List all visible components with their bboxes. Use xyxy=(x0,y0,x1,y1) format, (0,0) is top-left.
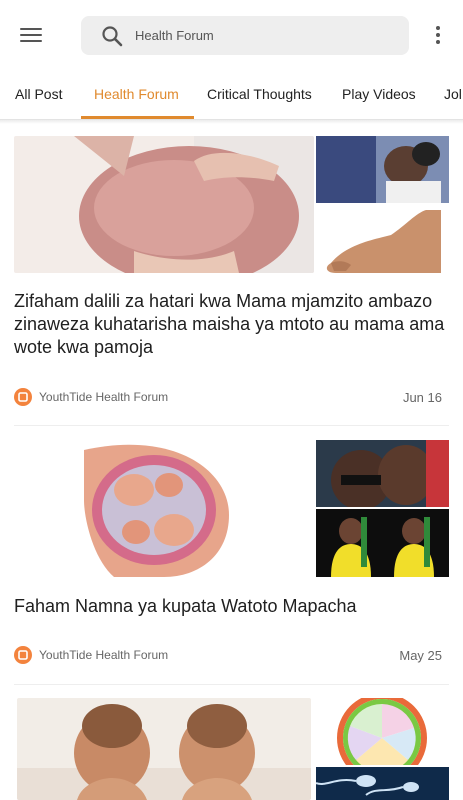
menu-icon[interactable] xyxy=(20,26,42,44)
source-name: YouthTide Health Forum xyxy=(39,390,169,404)
source-name: YouthTide Health Forum xyxy=(39,648,169,662)
top-app-bar: Health Forum xyxy=(0,0,463,72)
source-icon xyxy=(14,646,32,664)
active-tab-indicator xyxy=(81,116,194,119)
post-side-image-top xyxy=(316,698,449,765)
source-icon xyxy=(14,388,32,406)
search-placeholder: Health Forum xyxy=(135,28,214,43)
post-card[interactable] xyxy=(0,686,463,800)
post-main-image xyxy=(17,698,311,800)
post-side-image-bottom xyxy=(316,509,449,577)
more-options-icon[interactable] xyxy=(433,25,443,47)
category-tabs: All Post Health Forum Critical Thoughts … xyxy=(0,72,463,120)
tab-all-post[interactable]: All Post xyxy=(15,86,62,102)
post-main-image xyxy=(14,136,314,273)
post-title[interactable]: Faham Namna ya kupata Watoto Mapacha xyxy=(14,595,454,618)
post-side-image-bottom xyxy=(316,767,449,800)
post-side-image-top xyxy=(316,440,449,507)
post-date: May 25 xyxy=(399,648,442,663)
post-main-image xyxy=(14,440,314,577)
divider xyxy=(14,684,449,685)
search-icon xyxy=(102,26,123,47)
post-side-image-top xyxy=(316,136,449,203)
post-side-image-bottom xyxy=(316,205,449,273)
post-date: Jun 16 xyxy=(402,390,442,405)
tab-critical-thoughts[interactable]: Critical Thoughts xyxy=(207,86,312,102)
tab-play-videos[interactable]: Play Videos xyxy=(342,86,416,102)
post-card[interactable]: Faham Namna ya kupata Watoto Mapacha You… xyxy=(0,426,463,686)
tab-health-forum[interactable]: Health Forum xyxy=(94,86,179,102)
search-bar[interactable]: Health Forum xyxy=(81,16,409,55)
post-title[interactable]: Zifaham dalili za hatari kwa Mama mjamzi… xyxy=(14,290,454,359)
tab-jol[interactable]: Jol xyxy=(444,86,462,102)
post-card[interactable]: Zifaham dalili za hatari kwa Mama mjamzi… xyxy=(0,124,463,426)
